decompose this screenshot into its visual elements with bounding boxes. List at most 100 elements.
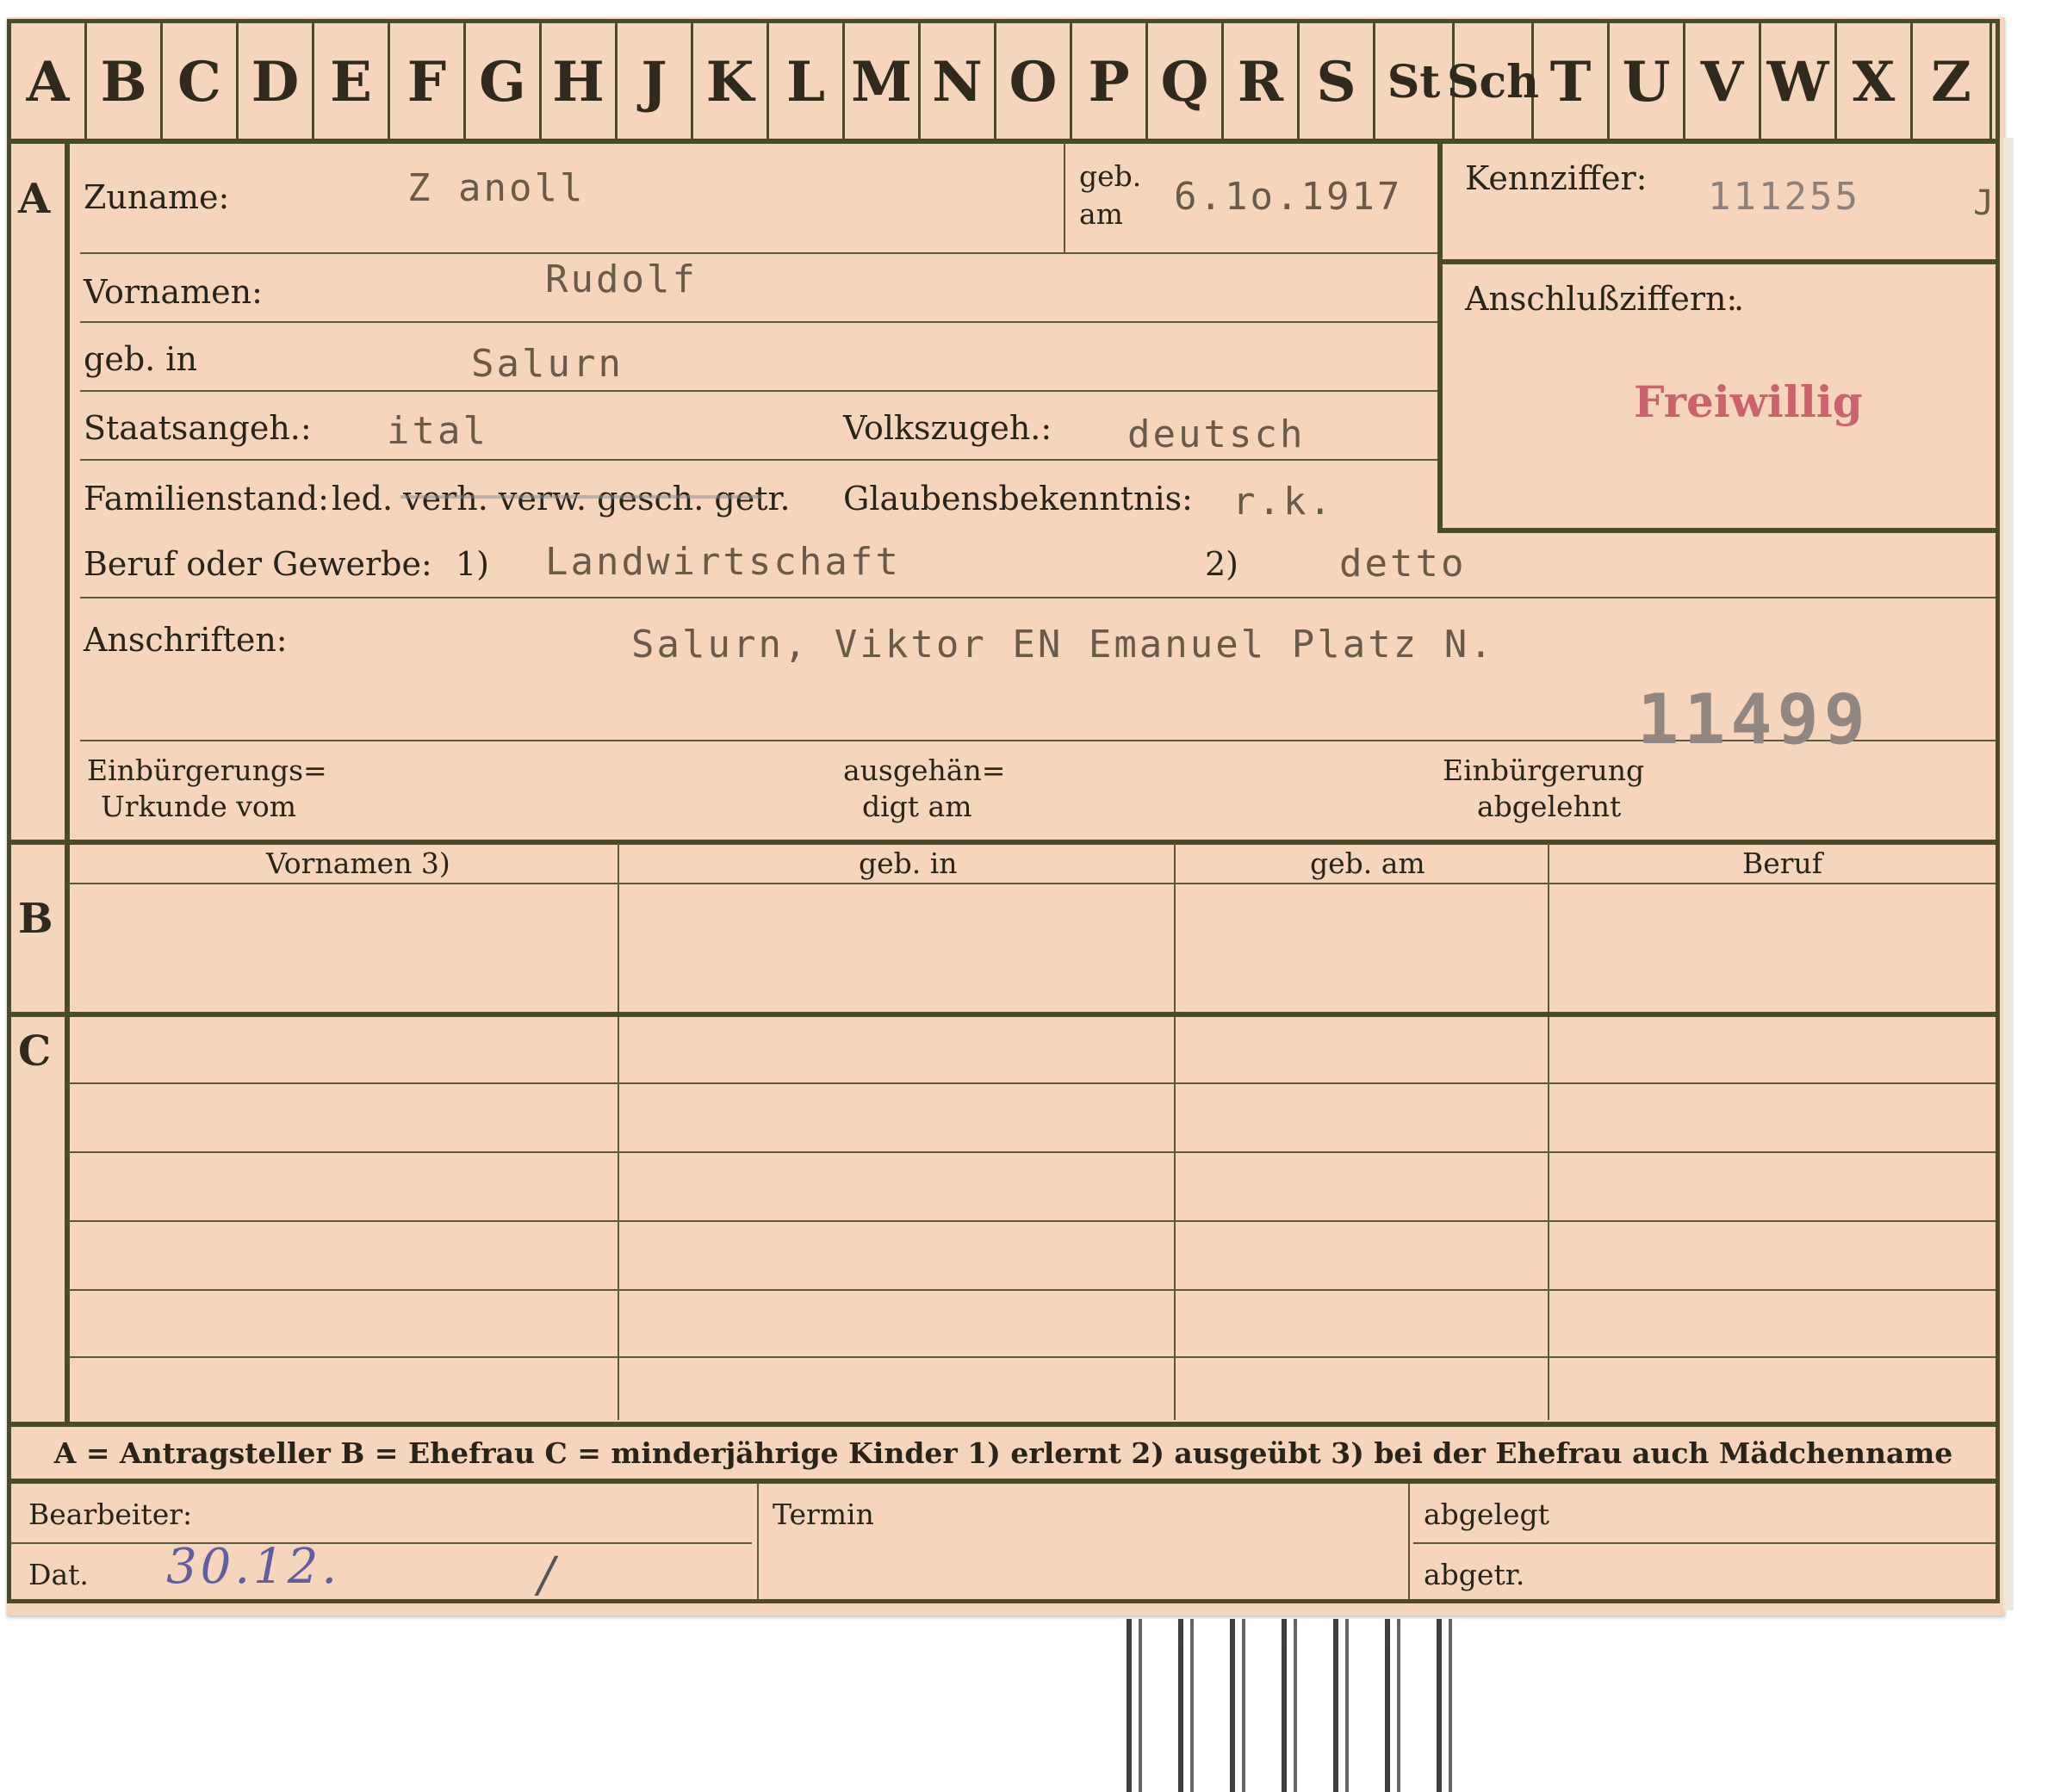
alphabet-tab: St: [1375, 23, 1455, 140]
ethnicity-label: Volkszugeh.:: [843, 409, 1052, 447]
alphabet-tab: X: [1837, 23, 1913, 140]
legend: A = Antragsteller B = Ehefrau C = minder…: [53, 1435, 1953, 1470]
clerk-label: Bearbeiter:: [28, 1497, 193, 1531]
occupation-learned-value: Landwirtschaft: [545, 540, 901, 584]
divider: [80, 597, 1996, 598]
surname-label: Zuname:: [84, 178, 230, 216]
kennziffer-suffix: J: [1973, 183, 1995, 223]
alphabet-tab: J: [618, 23, 693, 140]
divider: [11, 139, 1996, 144]
alphabet-tab: T: [1534, 23, 1610, 140]
alphabet-tab: Z: [1913, 23, 1992, 140]
divider: [68, 1220, 1996, 1222]
column-header-vornamen: Vornamen 3): [266, 846, 450, 880]
naturalization-denied-label-1: Einbürgerung: [1443, 753, 1645, 787]
religion-label: Glaubensbekenntnis:: [843, 480, 1193, 518]
alphabet-tab: V: [1685, 23, 1761, 140]
birthdate-label-line1: geb.: [1079, 159, 1142, 193]
divider: [11, 1422, 1996, 1427]
birthdate-value: 6.1o.1917: [1174, 175, 1403, 219]
alphabet-tab: A: [11, 23, 87, 140]
divider: [80, 390, 1439, 392]
addresses-label: Anschriften:: [84, 621, 288, 659]
alphabet-tab: F: [390, 23, 466, 140]
kennziffer-value: 111255: [1708, 175, 1860, 219]
divider: [1437, 528, 1996, 533]
divider: [1413, 1542, 1996, 1544]
removed-label: abgetr.: [1424, 1558, 1525, 1591]
divider: [11, 840, 1996, 845]
divider: [68, 1151, 1996, 1153]
alphabet-tab: Q: [1148, 23, 1224, 140]
alphabet-tab: U: [1610, 23, 1685, 140]
divider: [11, 1542, 752, 1544]
citizenship-label: Staatsangeh.:: [84, 409, 312, 447]
naturalization-denied-label-2: abgelehnt: [1477, 790, 1622, 823]
divider: [1174, 843, 1176, 1420]
firstname-label: Vornamen:: [84, 273, 263, 311]
divider: [1548, 843, 1549, 1420]
alphabet-tab: M: [845, 23, 921, 140]
divider: [80, 459, 1439, 461]
citizenship-value: ital: [387, 409, 488, 453]
religion-value: r.k.: [1232, 480, 1334, 524]
alphabet-tab: C: [163, 23, 239, 140]
alphabet-tab: W: [1761, 23, 1837, 140]
marital-status-options: led. verh. verw. gesch. getr.: [332, 480, 791, 518]
alphabet-tab: Sch: [1447, 23, 1539, 140]
divider: [11, 1012, 1996, 1017]
kennziffer-label: Kennziffer:: [1465, 159, 1648, 197]
divider: [618, 843, 619, 1420]
handed-over-label-1: ausgehän=: [843, 753, 1006, 787]
firstname-value: Rudolf: [545, 257, 698, 301]
alphabet-tab: O: [996, 23, 1072, 140]
birthplace-value: Salurn: [471, 342, 624, 386]
address-value: Salurn, Viktor EN Emanuel Platz N.: [631, 623, 1495, 667]
occupation-practiced-value: detto: [1339, 542, 1467, 586]
ethnicity-value: deutsch: [1127, 412, 1306, 456]
section-c-marker: C: [18, 1027, 52, 1076]
section-b-marker: B: [18, 895, 53, 943]
occupation-label: Beruf oder Gewerbe:: [84, 545, 432, 583]
birthdate-label-line2: am: [1079, 197, 1123, 231]
card-edge: [2003, 138, 2014, 1610]
occupation-note-1: 1): [456, 545, 490, 583]
divider: [68, 1082, 1996, 1084]
divider: [11, 1479, 1996, 1484]
alphabet-tab: K: [693, 23, 769, 140]
date-label: Dat.: [28, 1558, 89, 1591]
divider: [68, 1356, 1996, 1358]
column-header-geb-am: geb. am: [1310, 846, 1425, 880]
column-header-geb-in: geb. in: [859, 846, 958, 880]
divider: [757, 1484, 759, 1599]
background-shadow: [1120, 1619, 1464, 1792]
surname-value: Z anoll: [407, 166, 586, 210]
naturalization-certificate-label-1: Einbürgerungs=: [87, 753, 327, 787]
alphabet-tab: H: [542, 23, 618, 140]
filed-label: abgelegt: [1424, 1497, 1549, 1531]
divider: [68, 883, 1996, 884]
alphabet-tab: S: [1300, 23, 1375, 140]
divider: [65, 843, 70, 1015]
deadline-label: Termin: [773, 1497, 874, 1531]
birthplace-label: geb. in: [84, 340, 197, 378]
alphabet-tab: G: [466, 23, 542, 140]
divider: [68, 1289, 1996, 1291]
divider: [80, 321, 1439, 323]
alphabet-tab: R: [1224, 23, 1300, 140]
divider: [65, 142, 70, 848]
file-number: 11499: [1637, 679, 1871, 760]
alphabet-tab: N: [921, 23, 996, 140]
divider: [65, 1015, 70, 1422]
alphabet-tab: D: [239, 23, 314, 140]
alphabet-tab: B: [87, 23, 163, 140]
divider: [1437, 142, 1443, 533]
date-value: 30.12.: [166, 1539, 341, 1595]
divider: [1064, 142, 1065, 254]
divider: [1408, 1484, 1410, 1599]
card-frame: A B C D E F G H J K L M N O P Q R S St Sch T U V W X Z A Zuname: …: [7, 19, 2000, 1603]
occupation-note-2: 2): [1205, 545, 1239, 583]
anschlussziffern-value: .: [1734, 280, 1745, 318]
divider: [80, 252, 1439, 254]
alphabet-index-row: A B C D E F G H J K L M N O P Q R S St Sch T U V W X Z: [11, 23, 1996, 140]
